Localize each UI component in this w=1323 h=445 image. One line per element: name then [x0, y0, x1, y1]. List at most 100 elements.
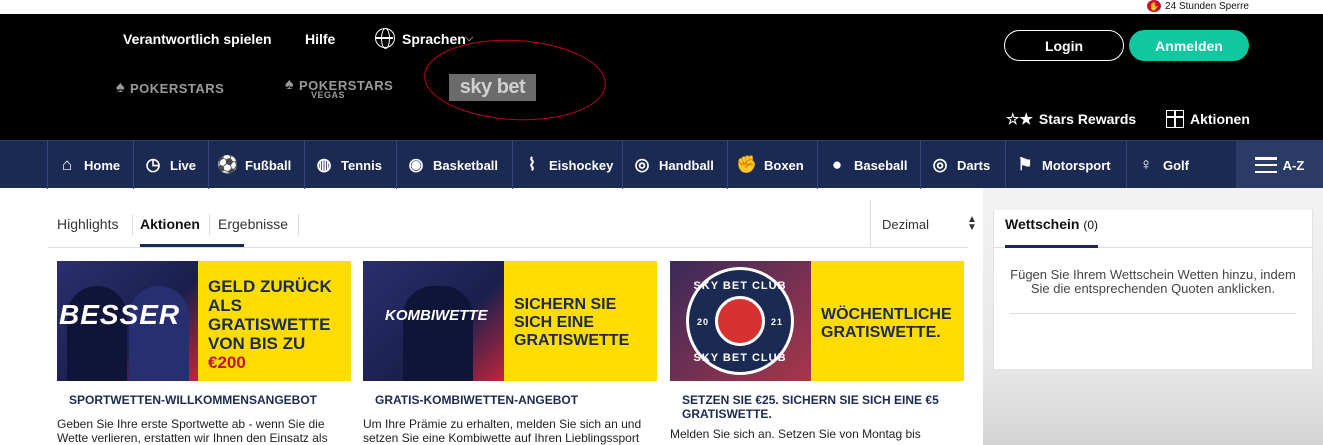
language-selector[interactable]: Sprachen	[402, 31, 466, 47]
promo-banner[interactable]: KOMBIWETTE SICHERN SIE SICH EINE GRATISW…	[363, 261, 657, 381]
help-link[interactable]: Hilfe	[305, 31, 335, 47]
promo-heading[interactable]: GRATIS-KOMBIWETTEN-ANGEBOT	[363, 393, 657, 407]
tab-highlights[interactable]: Highlights	[57, 216, 118, 232]
tab-divider	[209, 214, 210, 236]
tab-ergebnisse[interactable]: Ergebnisse	[218, 216, 288, 232]
pokerstars-logo[interactable]: ♠ POKERSTARS	[116, 79, 224, 97]
checkered-flag-icon: ⚑	[1017, 155, 1033, 174]
24h-lock-link[interactable]: ✋ 24 Stunden Sperre	[1147, 0, 1249, 12]
promo-heading[interactable]: SPORTWETTEN-WILLKOMMENSANGEBOT	[57, 393, 351, 407]
handball-emblem	[715, 296, 765, 346]
handball-icon: ◎	[634, 155, 650, 174]
club-badge-bottom-text: SKY BET CLUB	[693, 352, 787, 364]
nav-golf-label: Golf	[1163, 157, 1189, 173]
promo-description: Um Ihre Prämie zu erhalten, melden Sie s…	[363, 417, 642, 445]
responsible-gambling-link[interactable]: Verantwortlich spielen	[123, 31, 272, 47]
nav-boxing[interactable]: ✊ Boxen	[727, 141, 814, 189]
gift-icon	[1166, 110, 1184, 128]
nav-football[interactable]: ⚽ Fußball	[208, 141, 300, 189]
az-label: A-Z	[1282, 157, 1305, 173]
stopwatch-icon: ◷	[145, 155, 161, 174]
nav-basketball-label: Basketball	[433, 157, 499, 173]
pokerstars-vegas-logo[interactable]: ♠ POKERSTARS VEGAS	[285, 76, 393, 100]
tab-divider	[298, 214, 299, 236]
promo-banner-headline: GELD ZURÜCK ALS GRATISWETTE VON BIS ZU	[208, 277, 332, 353]
nav-tennis[interactable]: ◍ Tennis	[304, 141, 393, 189]
promo-description: Melden Sie sich an. Setzen Sie von Monta…	[670, 427, 921, 441]
promo-card-club[interactable]: SKY BET CLUB 20 21 SKY BET CLUB WÖCHENTL…	[670, 261, 964, 441]
promotions-link[interactable]: Aktionen	[1166, 110, 1250, 128]
basketball-icon: ◉	[408, 155, 424, 174]
besser-overlay: BESSER	[59, 299, 181, 330]
active-tab-indicator	[140, 244, 244, 247]
spade-icon: ♠	[116, 79, 125, 96]
tab-divider	[132, 214, 133, 236]
nav-motorsport[interactable]: ⚑ Motorsport	[1005, 141, 1123, 189]
promo-image-megaphone: KOMBIWETTE	[363, 261, 504, 381]
club-badge-top-text: SKY BET CLUB	[693, 280, 787, 292]
nav-handball-label: Handball	[659, 157, 714, 173]
baseball-icon: ●	[831, 155, 843, 174]
sky-bet-club-badge: SKY BET CLUB 20 21 SKY BET CLUB	[686, 267, 794, 375]
top-strip	[0, 0, 1323, 14]
betslip-header[interactable]: Wettschein (0)	[994, 210, 1312, 248]
promo-card-welcome[interactable]: BESSER GELD ZURÜCK ALS GRATISWETTE VON B…	[57, 261, 351, 445]
promo-banner[interactable]: SKY BET CLUB 20 21 SKY BET CLUB WÖCHENTL…	[670, 261, 964, 381]
promotions-label: Aktionen	[1190, 111, 1250, 127]
player-figure	[403, 286, 473, 381]
promo-banner-text: SICHERN SIE SICH EINE GRATISWETTE	[504, 261, 657, 381]
login-button[interactable]: Login	[1004, 30, 1124, 61]
promo-description: Geben Sie Ihre erste Sportwette ab - wen…	[57, 417, 328, 445]
hockey-stick-icon: ⌇	[527, 155, 537, 174]
nav-tennis-label: Tennis	[341, 157, 382, 173]
odds-format-value: Dezimal	[882, 216, 929, 232]
nav-handball[interactable]: ◎ Handball	[622, 141, 722, 189]
boxing-glove-icon: ✊	[736, 155, 758, 174]
promo-banner-text: WÖCHENTLICHE GRATISWETTE.	[811, 261, 964, 381]
sports-nav: ⌂ Home ◷ Live ⚽ Fußball ◍ Tennis ◉ Baske…	[0, 140, 1323, 189]
home-icon: ⌂	[61, 155, 73, 174]
pokerstars-label: POKERSTARS	[130, 80, 225, 96]
nav-basketball[interactable]: ◉ Basketball	[396, 141, 509, 189]
betslip-count: (0)	[1083, 218, 1098, 232]
nav-live-label: Live	[170, 157, 197, 173]
promo-banner-text: GELD ZURÜCK ALS GRATISWETTE VON BIS ZU €…	[198, 261, 351, 381]
promo-image-players: BESSER	[57, 261, 198, 381]
stars-rewards-link[interactable]: ☆★ Stars Rewards	[1006, 110, 1136, 128]
nav-icehockey[interactable]: ⌇ Eishockey	[512, 141, 619, 189]
stars-rewards-label: Stars Rewards	[1038, 111, 1137, 127]
nav-icehockey-label: Eishockey	[549, 157, 614, 173]
red-annotation-circle	[422, 35, 608, 125]
promo-banner[interactable]: BESSER GELD ZURÜCK ALS GRATISWETTE VON B…	[57, 261, 351, 381]
hamburger-icon	[1254, 157, 1277, 173]
dartboard-icon: ◎	[932, 155, 948, 174]
promo-card-kombi[interactable]: KOMBIWETTE SICHERN SIE SICH EINE GRATISW…	[363, 261, 657, 445]
betslip-active-indicator	[1005, 245, 1098, 248]
promo-amount: €200	[208, 353, 246, 372]
nav-darts[interactable]: ◎ Darts	[920, 141, 1002, 189]
promo-heading[interactable]: SETZEN SIE €25. SICHERN SIE SICH EINE €5…	[670, 393, 964, 421]
top-header: ✋ 24 Stunden Sperre Verantwortlich spiel…	[0, 0, 1323, 140]
az-menu-button[interactable]: A-Z	[1236, 141, 1323, 189]
nav-home[interactable]: ⌂ Home	[47, 141, 128, 189]
nav-golf[interactable]: ♀ Golf	[1126, 141, 1196, 189]
tennis-ball-icon: ◍	[316, 155, 332, 174]
register-button[interactable]: Anmelden	[1129, 30, 1249, 61]
sperre-label: 24 Stunden Sperre	[1165, 0, 1249, 12]
odds-format-select[interactable]: Dezimal ▲ ▼	[870, 200, 977, 248]
sort-arrows-icon: ▲ ▼	[966, 214, 977, 233]
nav-baseball[interactable]: ● Baseball	[817, 141, 916, 189]
tab-aktionen[interactable]: Aktionen	[140, 216, 200, 232]
nav-live[interactable]: ◷ Live	[133, 141, 206, 189]
globe-icon	[375, 28, 395, 49]
spade-icon: ♠	[285, 76, 294, 93]
betslip-title: Wettschein	[1005, 216, 1080, 232]
nav-motorsport-label: Motorsport	[1042, 157, 1111, 173]
nav-home-label: Home	[84, 157, 121, 173]
content-tabs: Highlights Aktionen Ergebnisse	[48, 210, 968, 248]
football-icon: ⚽	[217, 155, 239, 174]
promo-image-club: SKY BET CLUB 20 21 SKY BET CLUB	[670, 261, 811, 381]
kombiwette-overlay: KOMBIWETTE	[385, 307, 488, 324]
nav-darts-label: Darts	[957, 157, 991, 173]
stars-icon: ☆★	[1006, 111, 1033, 128]
